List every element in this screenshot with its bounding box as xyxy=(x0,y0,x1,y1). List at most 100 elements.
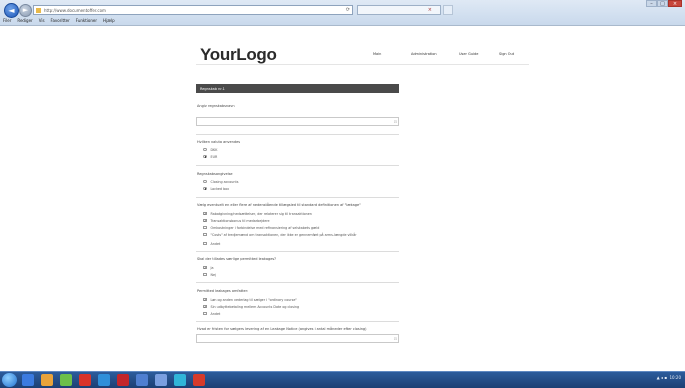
checkbox-unchecked[interactable] xyxy=(203,272,207,277)
checkbox-checked[interactable]: ✓ xyxy=(203,297,207,301)
option-label: EUR xyxy=(210,154,218,159)
question-permitted-leakages: Skal der tillades særlige permitted leak… xyxy=(197,257,277,261)
menu-item-tools[interactable]: Funktioner xyxy=(76,17,97,24)
site-favicon-icon xyxy=(36,8,41,13)
account-name-input[interactable]: ⊡ xyxy=(196,117,399,126)
header-divider xyxy=(196,64,529,65)
new-tab-button[interactable] xyxy=(443,5,453,15)
checkbox-unchecked[interactable] xyxy=(203,232,207,237)
divider xyxy=(196,197,399,198)
checkbox-checked[interactable]: ✓ xyxy=(203,304,207,308)
divider xyxy=(196,282,399,283)
tab-close-icon[interactable]: × xyxy=(428,7,432,13)
option-eur[interactable]: EUR xyxy=(203,154,217,159)
checkbox-unchecked[interactable] xyxy=(203,241,207,246)
nav-main[interactable]: Main xyxy=(373,52,381,56)
option-label: Transaktionsbonus til medarbejdere xyxy=(210,218,270,223)
divider xyxy=(196,165,399,166)
option-locked-box[interactable]: Locked box xyxy=(203,186,229,191)
leakage-notice-deadline-input[interactable]: ⊡ xyxy=(196,334,399,343)
radio-locked-box[interactable] xyxy=(203,186,207,191)
option-label: Locked box xyxy=(210,186,230,191)
menu-bar: Filer Rediger Vis Favoritter Funktioner … xyxy=(0,17,685,24)
taskbar-chrome-icon[interactable] xyxy=(117,374,129,386)
taskbar-app-icon[interactable] xyxy=(155,374,167,386)
checkbox-option[interactable]: ✓ Rabatgivning/nedsættelser, der relatere… xyxy=(203,211,312,216)
option-label: DKK xyxy=(210,147,218,152)
checkbox-option[interactable]: Nej xyxy=(203,272,216,277)
input-resize-icon: ⊡ xyxy=(393,336,397,341)
taskbar-ie-icon[interactable] xyxy=(174,374,186,386)
option-label: "Costs" af tredjemænd om transaktionen, … xyxy=(210,232,357,237)
maximize-button[interactable]: □ xyxy=(657,0,668,7)
nav-sign-out[interactable]: Sign Out xyxy=(499,52,514,56)
taskbar-explorer-icon[interactable] xyxy=(22,374,34,386)
site-logo[interactable]: YourLogo xyxy=(200,45,277,65)
menu-item-view[interactable]: Vis xyxy=(39,17,45,24)
menu-item-file[interactable]: Filer xyxy=(3,17,11,24)
checkbox-checked[interactable]: ✓ xyxy=(203,211,207,215)
question-leakage-additions: Vælg eventuelt en eller flere af nedenst… xyxy=(197,203,361,207)
divider xyxy=(196,251,399,252)
option-dkk[interactable]: DKK xyxy=(203,147,217,152)
checkbox-option[interactable]: Omkostninger i forbindelse med refinansi… xyxy=(203,225,319,230)
radio-closing-accounts[interactable] xyxy=(203,179,207,184)
checkbox-option[interactable]: ✓ Ja xyxy=(203,265,214,270)
taskbar-opera-icon[interactable] xyxy=(98,374,110,386)
option-label: Løn og anden vederlag til sælger i "ordi… xyxy=(210,297,297,302)
close-window-button[interactable]: × xyxy=(668,0,682,7)
taskbar-media-icon[interactable] xyxy=(41,374,53,386)
question-permitted-scope: Permitted leakages omfatter: xyxy=(197,289,249,293)
checkbox-option[interactable]: ✓ Transaktionsbonus til medarbejdere xyxy=(203,218,270,223)
question-currency: Hvilken valuta anvendes xyxy=(197,140,241,144)
checkbox-checked[interactable]: ✓ xyxy=(203,218,207,222)
option-closing-accounts[interactable]: Closing accounts xyxy=(203,179,238,184)
menu-item-favorites[interactable]: Favoritter xyxy=(51,17,70,24)
checkbox-unchecked[interactable] xyxy=(203,225,207,230)
taskbar-acrobat-icon[interactable] xyxy=(136,374,148,386)
option-label: Omkostninger i forbindelse med refinansi… xyxy=(210,225,320,230)
taskbar-folder-icon[interactable] xyxy=(60,374,72,386)
address-url: http://www.documentoffer.com xyxy=(44,8,106,13)
browser-tab[interactable]: × xyxy=(357,5,441,15)
divider xyxy=(196,134,399,135)
checkbox-option[interactable]: ✓ Løn og anden vederlag til sælger i "ord… xyxy=(203,297,297,302)
minimize-button[interactable]: – xyxy=(646,0,657,7)
address-bar[interactable]: http://www.documentoffer.com ⟳ xyxy=(33,5,353,15)
taskbar-powerpoint-icon[interactable] xyxy=(193,374,205,386)
menu-item-help[interactable]: Hjælp xyxy=(103,17,115,24)
option-label: Ja xyxy=(210,265,214,270)
menu-item-edit[interactable]: Rediger xyxy=(17,17,32,24)
radio-eur[interactable] xyxy=(203,154,207,159)
checkbox-option[interactable]: "Costs" af tredjemænd om transaktionen, … xyxy=(203,232,357,237)
back-button[interactable]: ◄ xyxy=(4,3,19,18)
windows-taskbar: ▲ ◂ ▪ 10:20 xyxy=(0,371,685,388)
option-label: Andet xyxy=(210,311,221,316)
divider xyxy=(196,321,399,322)
section-header: Regnskab nr.1 xyxy=(196,84,399,93)
checkbox-checked[interactable]: ✓ xyxy=(203,265,207,269)
nav-administration[interactable]: Administration xyxy=(411,52,437,56)
nav-user-guide[interactable]: User Guide xyxy=(459,52,478,56)
forward-button[interactable]: ► xyxy=(19,4,32,17)
tray-icons[interactable]: ▲ ◂ ▪ xyxy=(657,375,667,380)
clock[interactable]: 10:20 xyxy=(669,375,681,380)
start-button[interactable] xyxy=(2,373,17,387)
browser-chrome: ◄ ► http://www.documentoffer.com ⟳ × – □… xyxy=(0,0,685,26)
radio-dkk[interactable] xyxy=(203,147,207,152)
window-controls: – □ × xyxy=(646,0,682,7)
option-label: Closing accounts xyxy=(210,179,239,184)
forward-arrow-icon: ► xyxy=(22,6,29,14)
taskbar-player-icon[interactable] xyxy=(79,374,91,386)
checkbox-option[interactable]: Andet xyxy=(203,241,220,246)
question-leakage-notice-deadline: Hvad er fristen for sælgers levering af … xyxy=(197,327,367,331)
web-page: YourLogo Main Administration User Guide … xyxy=(0,26,685,363)
back-arrow-icon: ◄ xyxy=(8,6,15,15)
question-accounts-type: Regnskabsangivelse xyxy=(197,172,233,176)
checkbox-unchecked[interactable] xyxy=(203,311,207,316)
option-label: Sin udbyttebetaling mellem Accounts Date… xyxy=(210,304,300,309)
refresh-icon[interactable]: ⟳ xyxy=(346,7,350,13)
checkbox-option[interactable]: ✓ Sin udbyttebetaling mellem Accounts Dat… xyxy=(203,304,299,309)
checkbox-option[interactable]: Andet xyxy=(203,311,220,316)
question-account-name: Angiv regnskabsnavn xyxy=(197,104,235,108)
